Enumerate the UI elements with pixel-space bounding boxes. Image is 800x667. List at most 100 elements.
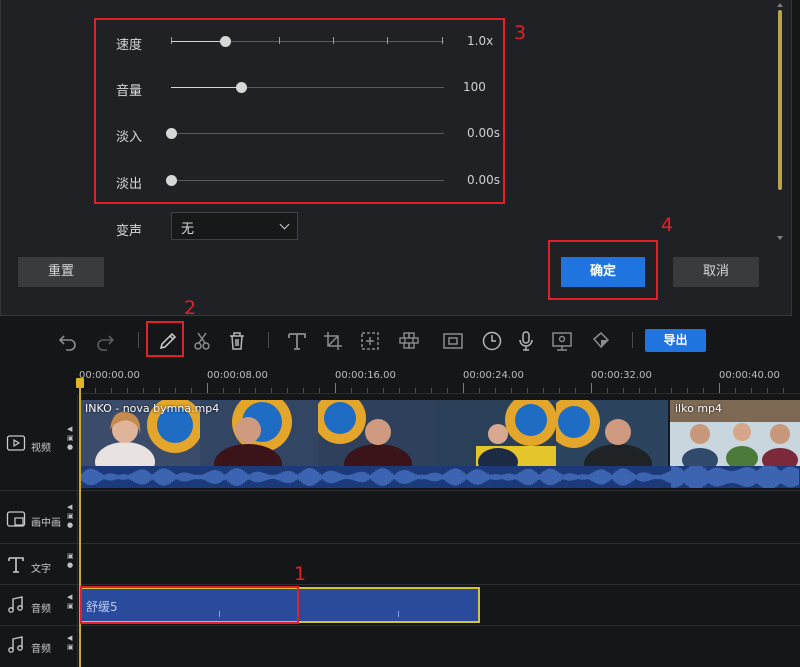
- lock-icon[interactable]: ▣: [67, 552, 74, 560]
- callout-box-2: [146, 321, 184, 357]
- ruler-major-tick: [463, 383, 464, 393]
- ruler-minor-tick: [655, 388, 656, 393]
- audio-track-1-label: 音频: [31, 604, 51, 615]
- export-button[interactable]: 导出: [645, 329, 706, 352]
- toolbar-divider: [632, 332, 633, 348]
- ruler-minor-tick: [671, 388, 672, 393]
- text-track-header: 文字 ▣ ●: [0, 544, 78, 584]
- duration-icon[interactable]: [481, 330, 503, 352]
- color-fill-icon[interactable]: [590, 330, 612, 352]
- undo-icon[interactable]: [57, 330, 79, 352]
- video-clip-title-second: ilko mp4: [675, 402, 723, 415]
- pip-track-header: 画中画 ◀ ▣ ●: [0, 491, 78, 543]
- lock-icon[interactable]: ▣: [67, 602, 74, 610]
- ruler-minor-tick: [527, 388, 528, 393]
- ruler-minor-tick: [543, 388, 544, 393]
- music-note-icon: [8, 636, 23, 653]
- video-track-label: 视频: [31, 443, 51, 454]
- text-icon[interactable]: [286, 330, 308, 352]
- scroll-down-icon[interactable]: [777, 236, 783, 240]
- eye-icon[interactable]: ●: [67, 521, 73, 529]
- toolbar-divider: [138, 332, 139, 348]
- ruler-minor-tick: [255, 388, 256, 393]
- ruler-major-tick: [335, 383, 336, 393]
- chevron-down-icon: [279, 219, 290, 230]
- speaker-icon[interactable]: ◀: [67, 634, 72, 642]
- pip-track-controls: ◀ ▣ ●: [67, 503, 75, 530]
- pip-track-label: 画中画: [31, 518, 61, 529]
- ruler-minor-tick: [559, 388, 560, 393]
- text-track-icon: [8, 557, 24, 573]
- panel-scrollbar[interactable]: [778, 10, 782, 190]
- callout-number-3: 3: [514, 22, 527, 44]
- ruler-minor-tick: [287, 388, 288, 393]
- ruler-minor-tick: [607, 388, 608, 393]
- lock-icon[interactable]: ▣: [67, 512, 74, 520]
- ruler-minor-tick: [95, 388, 96, 393]
- eye-icon[interactable]: ●: [67, 443, 73, 451]
- ruler-minor-tick: [239, 388, 240, 393]
- ruler-minor-tick: [495, 388, 496, 393]
- ruler-minor-tick: [447, 388, 448, 393]
- ruler-minor-tick: [159, 388, 160, 393]
- voice-change-select[interactable]: 无: [171, 212, 298, 240]
- screenshot-icon[interactable]: [551, 330, 573, 352]
- ruler-minor-tick: [143, 388, 144, 393]
- editing-toolbar: 导出: [0, 318, 800, 366]
- ruler-minor-tick: [511, 388, 512, 393]
- video-thumbnail: [556, 400, 668, 466]
- beat-marker: [398, 611, 399, 617]
- pip-track: 画中画 ◀ ▣ ●: [0, 491, 800, 544]
- video-clip-title: INKO - nova bymna.mp4: [85, 402, 220, 415]
- callout-box-1: [80, 586, 299, 624]
- voice-change-selected: 无: [181, 222, 195, 237]
- redo-icon[interactable]: [94, 330, 116, 352]
- ruler-minor-tick: [127, 388, 128, 393]
- crop-icon[interactable]: [322, 330, 344, 352]
- ruler-minor-tick: [575, 388, 576, 393]
- pip-track-icon: [6, 511, 26, 527]
- ruler-label: 00:00:08.00: [207, 370, 268, 381]
- speaker-icon[interactable]: ◀: [67, 503, 72, 511]
- ruler-minor-tick: [687, 388, 688, 393]
- ruler-minor-tick: [367, 388, 368, 393]
- ruler-label: 00:00:40.00: [719, 370, 780, 381]
- scroll-up-icon[interactable]: [777, 3, 783, 7]
- timeline-ruler[interactable]: 00:00:00.00 00:00:08.00 00:00:16.00 00:0…: [79, 366, 800, 394]
- ruler-minor-tick: [191, 388, 192, 393]
- mosaic-icon[interactable]: [398, 330, 420, 352]
- audio-track-2: 音频 ◀ ▣: [0, 626, 800, 667]
- ruler-major-tick: [719, 383, 720, 393]
- ruler-minor-tick: [479, 388, 480, 393]
- video-track-header: 视频 ◀ ▣ ●: [0, 395, 78, 490]
- ruler-minor-tick: [431, 388, 432, 393]
- speaker-icon[interactable]: ◀: [67, 425, 72, 433]
- ruler-label: 00:00:16.00: [335, 370, 396, 381]
- music-note-icon: [8, 596, 23, 613]
- audio-track-2-header: 音频 ◀ ▣: [0, 626, 78, 667]
- ruler-minor-tick: [399, 388, 400, 393]
- text-track: 文字 ▣ ●: [0, 544, 800, 585]
- ruler-minor-tick: [751, 388, 752, 393]
- reset-button[interactable]: 重置: [18, 257, 104, 287]
- cancel-button[interactable]: 取消: [673, 257, 759, 287]
- callout-number-4: 4: [661, 214, 674, 236]
- voiceover-mic-icon[interactable]: [515, 330, 537, 352]
- playhead-handle[interactable]: [76, 378, 84, 388]
- freeze-frame-icon[interactable]: [442, 330, 464, 352]
- trash-icon[interactable]: [226, 330, 248, 352]
- ruler-minor-tick: [703, 388, 704, 393]
- ruler-minor-tick: [623, 388, 624, 393]
- text-track-controls: ▣ ●: [67, 552, 75, 570]
- lock-icon[interactable]: ▣: [67, 643, 74, 651]
- scissors-icon[interactable]: [191, 330, 213, 352]
- callout-box-4: [548, 240, 658, 300]
- ruler-minor-tick: [223, 388, 224, 393]
- lock-icon[interactable]: ▣: [67, 434, 74, 442]
- video-clip[interactable]: INKO - nova bymna.mp4 ilko mp4: [79, 400, 800, 490]
- eye-icon[interactable]: ●: [67, 561, 73, 569]
- speaker-icon[interactable]: ◀: [67, 593, 72, 601]
- video-audio-waveform: [79, 464, 800, 490]
- ruler-label: 00:00:32.00: [591, 370, 652, 381]
- zoom-icon[interactable]: [359, 330, 381, 352]
